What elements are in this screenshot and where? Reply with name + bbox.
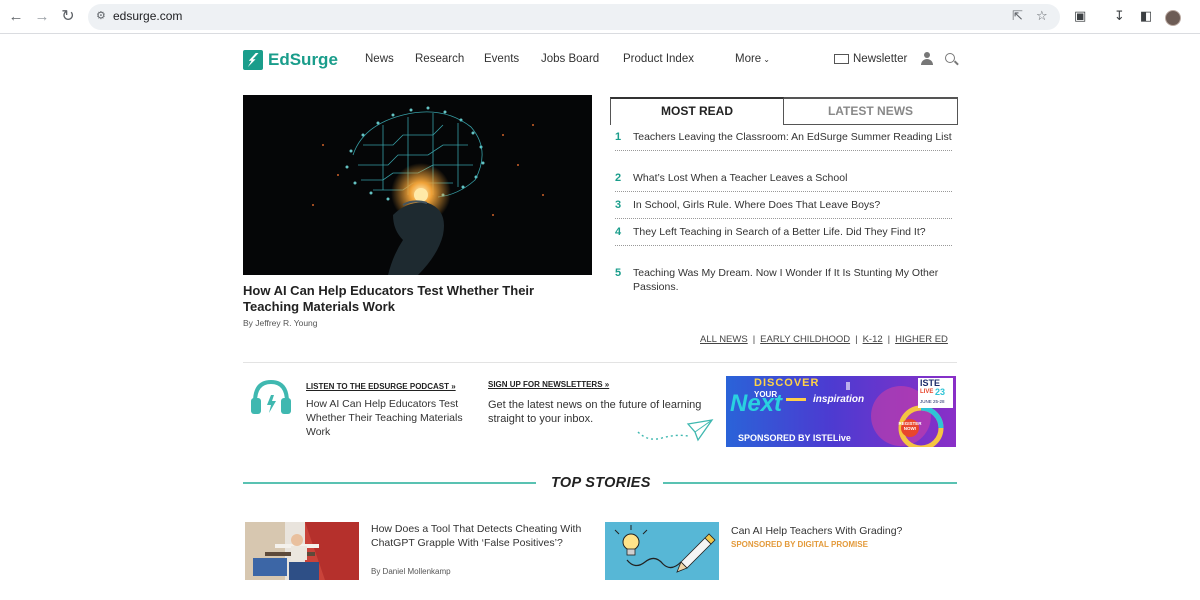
downloads-icon[interactable]: ↧ (1114, 8, 1125, 24)
classroom-photo (245, 522, 359, 580)
most-read-item[interactable]: 1 Teachers Leaving the Classroom: An EdS… (615, 130, 952, 151)
nav-more[interactable]: More ⌄ (735, 53, 770, 65)
edsurge-logo[interactable]: EdSurge (243, 49, 338, 71)
brand-name: EdSurge (268, 50, 338, 69)
story-byline: By Daniel Mollenkamp (371, 567, 451, 576)
rank-number: 5 (615, 267, 622, 279)
link-higher-ed[interactable]: HIGHER ED (895, 334, 948, 345)
most-read-title[interactable]: In School, Girls Rule. Where Does That L… (633, 198, 952, 218)
ad-next-text: Next (730, 390, 783, 417)
separator: | (855, 334, 858, 345)
nav-news[interactable]: News (365, 53, 394, 65)
share-icon[interactable]: ⇱ (1012, 8, 1023, 24)
brain-hand-illustration (243, 95, 592, 275)
site-info-icon[interactable]: ⚙ (96, 9, 106, 22)
isteLive-ad-banner[interactable]: DISCOVER YOUR Next inspiration ISTE LIVE… (726, 376, 956, 447)
iste-year: 23 (935, 387, 946, 397)
back-icon[interactable]: ← (6, 7, 26, 27)
most-read-item[interactable]: 3 In School, Girls Rule. Where Does That… (615, 198, 952, 219)
podcast-episode-title[interactable]: How AI Can Help Educators Test Whether T… (306, 397, 471, 439)
envelope-icon (834, 54, 849, 64)
search-icon[interactable] (945, 53, 955, 63)
link-k12[interactable]: K-12 (863, 334, 883, 345)
top-stories-rule-right (663, 482, 957, 484)
top-stories-rule-left (243, 482, 536, 484)
rank-number: 2 (615, 172, 622, 184)
nav-events[interactable]: Events (484, 53, 519, 65)
ad-discover-text: DISCOVER (754, 377, 820, 389)
bookmark-star-icon[interactable]: ☆ (1036, 8, 1048, 24)
newsletter-link[interactable]: Newsletter (834, 53, 907, 65)
most-read-title[interactable]: Teachers Leaving the Classroom: An EdSur… (633, 130, 952, 150)
rank-number: 1 (615, 131, 622, 143)
most-read-title[interactable]: Teaching Was My Dream. Now I Wonder If I… (633, 266, 952, 300)
most-read-item[interactable]: 5 Teaching Was My Dream. Now I Wonder If… (615, 266, 952, 300)
most-read-item[interactable]: 2 What’s Lost When a Teacher Leaves a Sc… (615, 171, 952, 192)
separator: | (887, 334, 891, 345)
category-links: ALL NEWS | EARLY CHILDHOOD | K-12 | HIGHER ED (700, 334, 948, 345)
lightning-logo-icon (243, 50, 263, 70)
nav-product-index[interactable]: Product Index (623, 53, 694, 65)
podcast-link[interactable]: LISTEN TO THE EDSURGE PODCAST » (306, 382, 456, 391)
iste-badge: ISTE LIVE 23 JUNE 25-28 (918, 378, 953, 408)
chevron-down-icon: ⌄ (763, 55, 770, 64)
browser-toolbar: ← → ↻ ⚙ edsurge.com ⇱ ☆ ▣ ↧ ◧ (0, 0, 1200, 34)
user-icon[interactable] (921, 52, 933, 66)
story-title[interactable]: How Does a Tool That Detects Cheating Wi… (371, 522, 591, 550)
iste-dates: JUNE 25-28 (920, 399, 945, 404)
hero-byline: By Jeffrey R. Young (243, 318, 318, 328)
newsletter-label: Newsletter (853, 53, 908, 65)
tab-most-read[interactable]: MOST READ (610, 97, 784, 125)
section-divider (243, 362, 957, 363)
forward-icon[interactable]: → (32, 7, 52, 27)
profile-avatar[interactable] (1165, 10, 1181, 26)
hero-image[interactable] (243, 95, 592, 275)
nav-more-label: More (735, 53, 762, 65)
top-stories-heading: TOP STORIES (551, 475, 651, 491)
rank-number: 4 (615, 226, 622, 238)
hero-headline[interactable]: How AI Can Help Educators Test Whether T… (243, 283, 573, 315)
rank-number: 3 (615, 199, 622, 211)
register-now-button[interactable]: REGISTER NOW! (898, 421, 922, 431)
story-title[interactable]: Can AI Help Teachers With Grading? (731, 524, 951, 538)
paper-plane-icon (637, 419, 714, 442)
link-early-childhood[interactable]: EARLY CHILDHOOD (760, 334, 850, 345)
ad-sponsor-text: SPONSORED BY ISTELive (738, 433, 851, 443)
url-text[interactable]: edsurge.com (113, 9, 182, 23)
reload-icon[interactable]: ↻ (58, 7, 78, 27)
most-read-item[interactable]: 4 They Left Teaching in Search of a Bett… (615, 225, 952, 246)
most-read-title[interactable]: They Left Teaching in Search of a Better… (633, 225, 952, 245)
nav-research[interactable]: Research (415, 53, 464, 65)
lightbulb-pencil-illustration (605, 522, 719, 580)
story-thumbnail[interactable] (605, 522, 719, 580)
most-read-title[interactable]: What’s Lost When a Teacher Leaves a Scho… (633, 171, 952, 191)
separator: | (752, 334, 756, 345)
headphones-icon[interactable] (249, 378, 293, 416)
tab-latest-news[interactable]: LATEST NEWS (784, 97, 958, 125)
ad-inspiration-text: inspiration (813, 394, 865, 405)
nav-jobs-board[interactable]: Jobs Board (541, 53, 599, 65)
story-thumbnail[interactable] (245, 522, 359, 580)
extensions-icon[interactable]: ▣ (1074, 8, 1086, 24)
iste-live: LIVE (920, 389, 934, 395)
sidepanel-icon[interactable]: ◧ (1140, 8, 1152, 24)
sponsor-label: SPONSORED BY DIGITAL PROMISE (731, 540, 868, 549)
link-all-news[interactable]: ALL NEWS (700, 334, 748, 345)
address-bar[interactable]: ⚙ edsurge.com ⇱ ☆ (88, 4, 1060, 30)
newsletter-signup-link[interactable]: SIGN UP FOR NEWSLETTERS » (488, 380, 609, 389)
